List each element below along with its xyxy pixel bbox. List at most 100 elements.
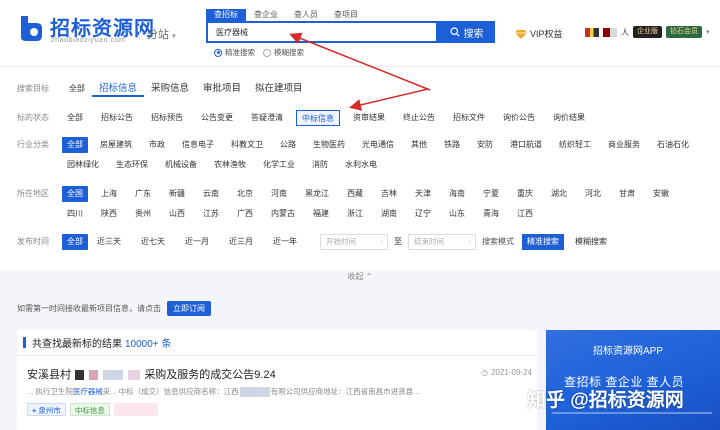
target-option-0[interactable]: 全部: [62, 81, 92, 97]
tab-project[interactable]: 查项目: [326, 9, 366, 21]
industry-option-4[interactable]: 科教文卫: [226, 137, 268, 153]
end-date-input[interactable]: 结束时间 ▫: [408, 234, 476, 250]
industry-option-14[interactable]: 石油石化: [652, 137, 694, 153]
region-option-22[interactable]: 江苏: [198, 206, 224, 222]
industry-option-15[interactable]: 园林绿化: [62, 157, 104, 173]
industry-option-0[interactable]: 全部: [62, 137, 88, 153]
region-option-9[interactable]: 吉林: [376, 186, 402, 202]
option-fuzzy-search[interactable]: 模糊搜索: [263, 47, 304, 58]
target-option-4[interactable]: 拟在建项目: [248, 81, 310, 97]
industry-option-9[interactable]: 铁路: [439, 137, 465, 153]
region-option-21[interactable]: 山西: [164, 206, 190, 222]
region-option-2[interactable]: 广东: [130, 186, 156, 202]
user-menu[interactable]: 人 企业版 钻石会员 ▾: [585, 26, 710, 38]
industry-option-11[interactable]: 港口航道: [505, 137, 547, 153]
region-option-30[interactable]: 青海: [478, 206, 504, 222]
result-title[interactable]: 安溪县村 采购及服务的成交公告9.24: [27, 366, 532, 382]
industry-option-2[interactable]: 市政: [144, 137, 170, 153]
option-exact-search[interactable]: 精准搜索: [214, 47, 255, 58]
filter-label: 标的状态: [17, 113, 49, 122]
region-option-4[interactable]: 云南: [198, 186, 224, 202]
region-option-29[interactable]: 山东: [444, 206, 470, 222]
tag-location[interactable]: ⌖ 泉州市: [27, 403, 66, 417]
tab-tender[interactable]: 查招标: [206, 9, 246, 21]
tab-person[interactable]: 查人员: [286, 9, 326, 21]
target-option-1[interactable]: 招标信息: [92, 81, 145, 97]
status-option-9[interactable]: 询价公告: [498, 110, 540, 126]
region-option-19[interactable]: 陕西: [96, 206, 122, 222]
industry-option-8[interactable]: 其他: [406, 137, 432, 153]
region-option-16[interactable]: 甘肃: [614, 186, 640, 202]
logo-icon[interactable]: [17, 13, 45, 43]
industry-option-7[interactable]: 光电通信: [357, 137, 399, 153]
status-option-5[interactable]: 中标信息: [296, 110, 340, 126]
industry-option-12[interactable]: 纺织轻工: [554, 137, 596, 153]
region-option-14[interactable]: 湖北: [546, 186, 572, 202]
substation-selector[interactable]: 分站 ▾: [147, 26, 176, 42]
region-option-25[interactable]: 福建: [308, 206, 334, 222]
region-option-5[interactable]: 北京: [232, 186, 258, 202]
region-option-0[interactable]: 全国: [62, 186, 88, 202]
industry-option-20[interactable]: 消防: [307, 157, 333, 173]
region-option-6[interactable]: 河南: [266, 186, 292, 202]
mode-exact-button[interactable]: 精准搜索: [522, 234, 564, 250]
vip-benefits-link[interactable]: VIP权益: [515, 27, 563, 40]
tag-category[interactable]: 中标信息: [69, 403, 110, 417]
industry-option-16[interactable]: 生态环保: [111, 157, 153, 173]
app-promo-card[interactable]: 招标资源网APP 查招标 查企业 查人员: [546, 330, 720, 430]
region-option-26[interactable]: 浙江: [342, 206, 368, 222]
industry-option-5[interactable]: 公路: [275, 137, 301, 153]
target-option-3[interactable]: 审批项目: [196, 81, 248, 97]
status-option-8[interactable]: 招标文件: [448, 110, 490, 126]
industry-option-13[interactable]: 商业服务: [603, 137, 645, 153]
search-button[interactable]: 搜索: [438, 21, 495, 43]
time-option-1year[interactable]: 近一年: [268, 234, 302, 250]
region-option-15[interactable]: 河北: [580, 186, 606, 202]
status-option-3[interactable]: 公告变更: [196, 110, 238, 126]
status-option-4[interactable]: 答疑澄清: [246, 110, 288, 126]
industry-option-19[interactable]: 化学工业: [258, 157, 300, 173]
status-option-1[interactable]: 招标公告: [96, 110, 138, 126]
status-option-0[interactable]: 全部: [62, 110, 88, 126]
region-option-3[interactable]: 新疆: [164, 186, 190, 202]
region-option-7[interactable]: 黑龙江: [300, 186, 334, 202]
search-input[interactable]: [208, 23, 436, 41]
industry-option-18[interactable]: 农林渔牧: [209, 157, 251, 173]
region-option-1[interactable]: 上海: [96, 186, 122, 202]
subscribe-button[interactable]: 立即订阅: [167, 301, 211, 316]
collapse-toggle[interactable]: 收起 ⌃: [0, 270, 720, 284]
status-option-7[interactable]: 终止公告: [398, 110, 440, 126]
region-option-24[interactable]: 内蒙古: [266, 206, 300, 222]
time-option-all[interactable]: 全部: [62, 234, 88, 250]
region-option-17[interactable]: 安徽: [648, 186, 674, 202]
industry-option-10[interactable]: 安防: [472, 137, 498, 153]
industry-option-17[interactable]: 机械设备: [160, 157, 202, 173]
start-date-input[interactable]: 开始时间 ▫: [320, 234, 388, 250]
industry-option-21[interactable]: 水利水电: [340, 157, 382, 173]
time-option-1month[interactable]: 近一月: [180, 234, 214, 250]
industry-option-3[interactable]: 信息电子: [177, 137, 219, 153]
time-option-3months[interactable]: 近三月: [224, 234, 258, 250]
region-option-31[interactable]: 江西: [512, 206, 538, 222]
region-option-20[interactable]: 贵州: [130, 206, 156, 222]
region-option-18[interactable]: 四川: [62, 206, 88, 222]
tab-company[interactable]: 查企业: [246, 9, 286, 21]
status-option-2[interactable]: 招标预告: [146, 110, 188, 126]
time-option-3days[interactable]: 近三天: [92, 234, 126, 250]
region-option-13[interactable]: 重庆: [512, 186, 538, 202]
region-option-28[interactable]: 辽宁: [410, 206, 436, 222]
industry-option-6[interactable]: 生物医药: [308, 137, 350, 153]
region-option-10[interactable]: 天津: [410, 186, 436, 202]
status-option-6[interactable]: 资审结果: [348, 110, 390, 126]
target-option-2[interactable]: 采购信息: [144, 81, 196, 97]
result-item[interactable]: 安溪县村 采购及服务的成交公告9.24 ◷ 2021-09-24 ... 执行卫…: [27, 366, 532, 417]
region-option-23[interactable]: 广西: [232, 206, 258, 222]
region-option-27[interactable]: 湖南: [376, 206, 402, 222]
time-option-7days[interactable]: 近七天: [136, 234, 170, 250]
region-option-8[interactable]: 西藏: [342, 186, 368, 202]
region-option-12[interactable]: 宁夏: [478, 186, 504, 202]
status-option-10[interactable]: 询价结果: [548, 110, 590, 126]
industry-option-1[interactable]: 房屋建筑: [95, 137, 137, 153]
mode-fuzzy-button[interactable]: 模糊搜索: [570, 234, 612, 250]
region-option-11[interactable]: 海南: [444, 186, 470, 202]
